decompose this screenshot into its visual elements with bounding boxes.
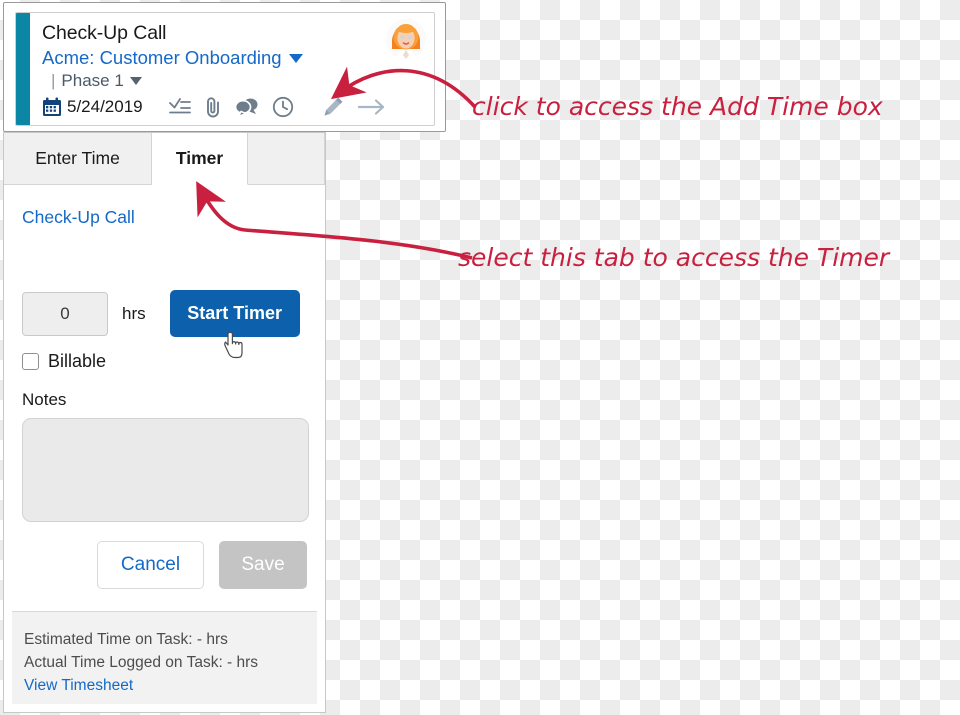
chevron-down-icon[interactable]	[129, 77, 142, 85]
entity-link[interactable]: Check-Up Call	[22, 207, 307, 228]
task-card: Check-Up Call Acme: Customer Onboarding …	[3, 2, 446, 132]
mouse-cursor	[224, 331, 248, 365]
panel-footer: Estimated Time on Task: - hrs Actual Tim…	[12, 611, 317, 704]
cancel-button[interactable]: Cancel	[97, 541, 204, 589]
annotation-text-timer-tab: select this tab to access the Timer	[458, 243, 890, 272]
billable-label: Billable	[48, 351, 107, 371]
accent-bar	[16, 13, 30, 125]
tab-timer[interactable]: Timer	[152, 133, 248, 185]
view-timesheet-link[interactable]: View Timesheet	[24, 674, 317, 698]
hours-unit-label: hrs	[122, 303, 146, 323]
start-timer-button[interactable]: Start Timer	[169, 290, 300, 337]
tab-enter-time[interactable]: Enter Time	[4, 133, 152, 185]
avatar[interactable]	[386, 19, 426, 59]
calendar-icon[interactable]	[42, 97, 62, 117]
pencil-icon[interactable]	[322, 96, 344, 118]
chevron-down-icon[interactable]	[288, 53, 303, 63]
save-button: Save	[219, 541, 307, 589]
task-meta-row: 5/24/2019	[42, 94, 428, 120]
billable-row[interactable]: Billable	[22, 351, 307, 372]
checklist-icon[interactable]	[168, 97, 191, 117]
timer-row: 0 hrs Start Timer	[22, 290, 307, 337]
panel-body: Check-Up Call 0 hrs Start Timer Billable…	[4, 207, 325, 589]
phase-label[interactable]: Phase 1	[61, 70, 123, 92]
task-date: 5/24/2019	[67, 97, 143, 116]
panel-button-row: Cancel Save	[22, 541, 307, 589]
phase-separator: |	[51, 71, 56, 90]
paperclip-icon[interactable]	[204, 96, 222, 118]
clock-icon[interactable]	[272, 96, 294, 118]
billable-checkbox[interactable]	[22, 353, 39, 370]
task-card-inner: Check-Up Call Acme: Customer Onboarding …	[15, 12, 435, 126]
time-entry-panel: Enter Time Timer Check-Up Call 0 hrs Sta…	[3, 132, 326, 713]
task-action-group	[322, 96, 386, 118]
tab-strip: Enter Time Timer	[4, 133, 325, 185]
project-row[interactable]: Acme: Customer Onboarding	[42, 46, 428, 70]
project-link[interactable]: Acme: Customer Onboarding	[42, 46, 282, 70]
actual-time-text: Actual Time Logged on Task: - hrs	[24, 654, 259, 671]
tab-strip-filler	[248, 133, 325, 185]
task-card-body: Check-Up Call Acme: Customer Onboarding …	[42, 21, 428, 120]
comment-icon[interactable]	[234, 97, 259, 118]
phase-row[interactable]: | Phase 1	[42, 70, 428, 92]
notes-textarea[interactable]	[22, 418, 309, 522]
arrow-right-icon[interactable]	[357, 97, 386, 117]
estimated-time-text: Estimated Time on Task: - hrs	[24, 631, 228, 648]
hours-input[interactable]: 0	[22, 291, 108, 336]
task-icon-group	[168, 96, 294, 118]
task-title: Check-Up Call	[42, 22, 167, 44]
annotation-text-clock: click to access the Add Time box	[472, 92, 883, 121]
notes-label: Notes	[22, 390, 67, 409]
